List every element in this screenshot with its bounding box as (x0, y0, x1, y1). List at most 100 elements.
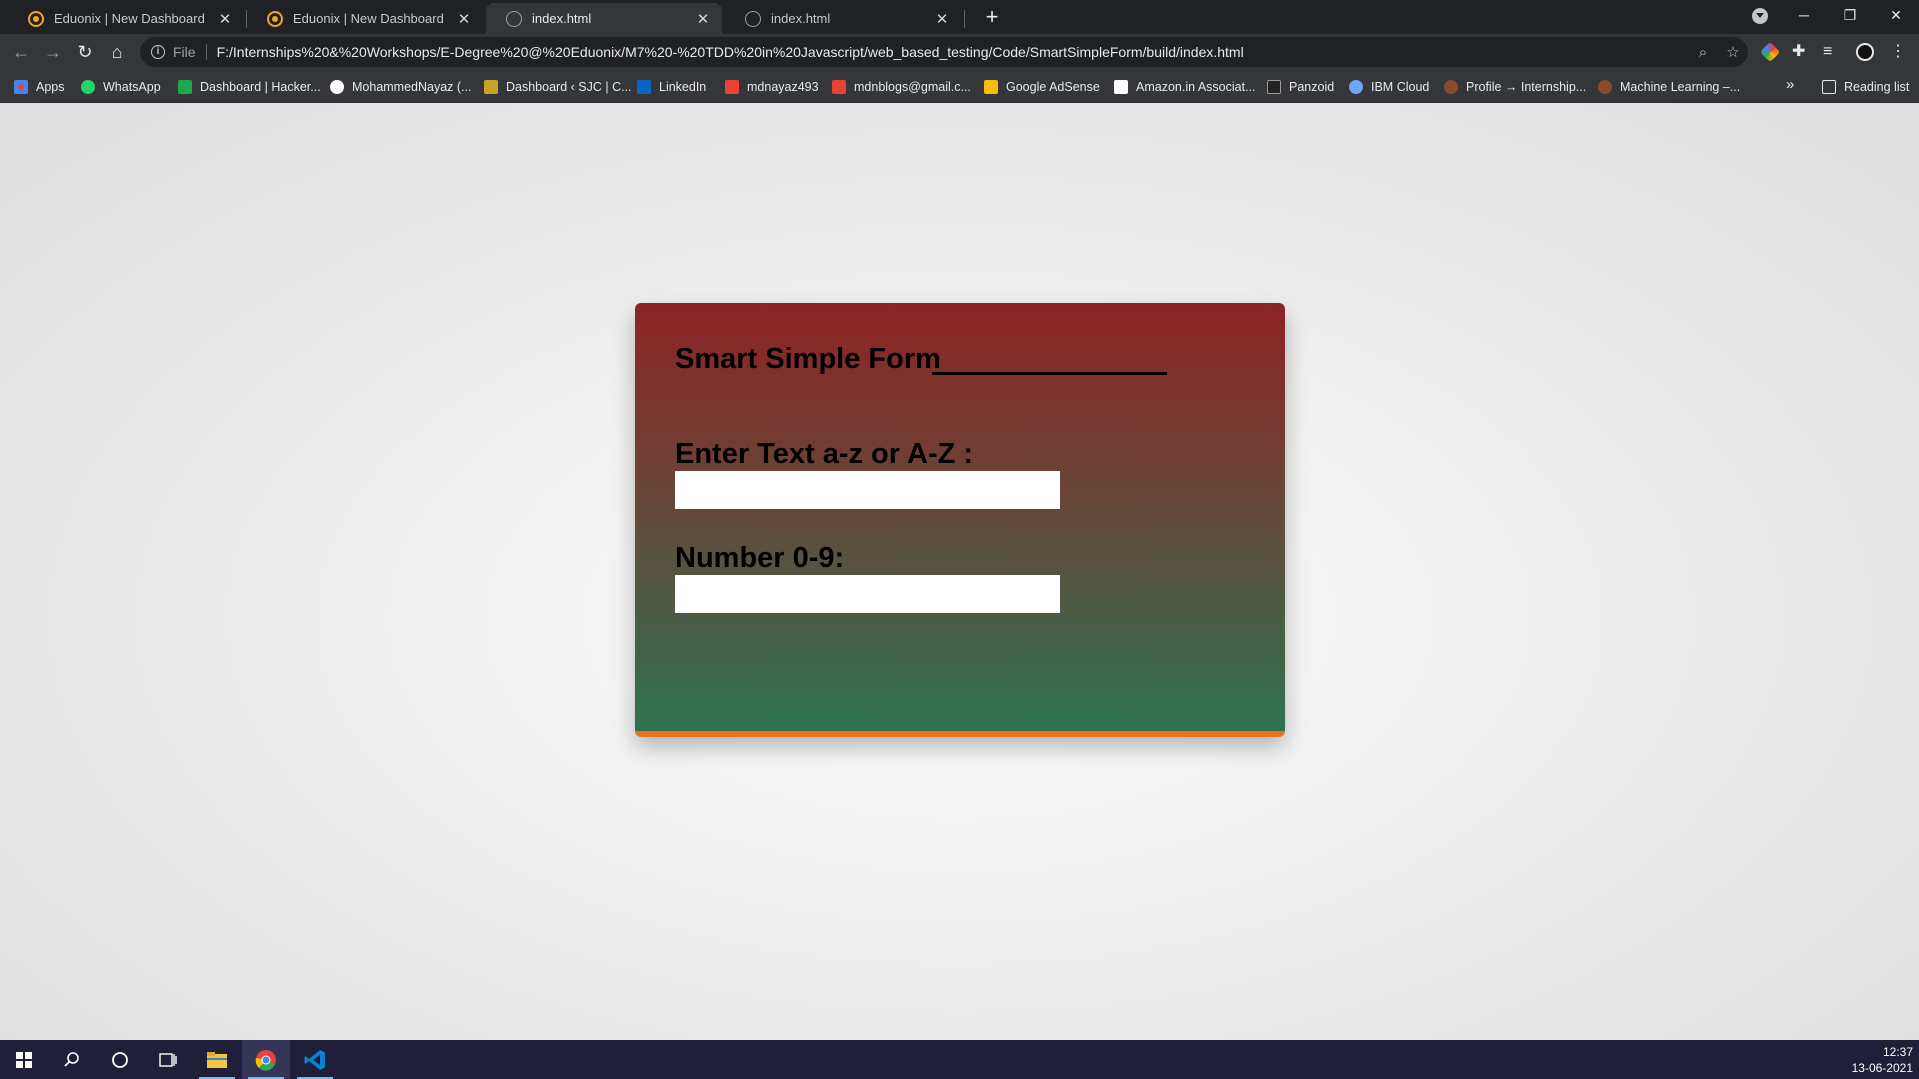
browser-toolbar: ← → ↻ ⌂ i File F:/Internships%20&%20Work… (0, 34, 1919, 70)
close-icon[interactable]: ✕ (455, 10, 473, 28)
reading-list-icon (1822, 80, 1836, 94)
back-arrow-icon[interactable]: ← (7, 38, 35, 66)
bookmark-label: Profile → Internship... (1466, 80, 1587, 94)
amazon-icon (1114, 80, 1128, 94)
bookmark-apps[interactable]: Apps (14, 77, 65, 97)
text-input[interactable] (675, 471, 1060, 509)
ibm-cloud-icon (1349, 80, 1363, 94)
scheme-label: File (173, 44, 196, 60)
tab-index-2[interactable]: index.html ✕ (725, 3, 961, 34)
bookmark-gmail-1[interactable]: mdnayaz493 (725, 77, 819, 97)
bookmark-label: Panzoid (1289, 80, 1335, 94)
bookmark-ibm-cloud[interactable]: IBM Cloud (1349, 77, 1429, 97)
internshala-icon (1598, 80, 1612, 94)
internshala-icon (1444, 80, 1458, 94)
whatsapp-icon (81, 80, 95, 94)
extensions-puzzle-icon[interactable]: ✚ (1792, 43, 1810, 61)
bookmark-whatsapp[interactable]: WhatsApp (81, 77, 161, 97)
bookmark-panzoid[interactable]: Panzoid (1267, 77, 1334, 97)
title-underline (932, 372, 1167, 375)
profile-avatar-icon[interactable] (1856, 43, 1874, 61)
more-bookmarks-icon[interactable]: » (1786, 76, 1794, 93)
gmail-icon (832, 80, 846, 94)
hackerrank-icon (178, 80, 192, 94)
color-extension-icon[interactable] (1759, 41, 1781, 63)
reload-icon[interactable]: ↻ (71, 38, 99, 66)
adsense-icon (984, 80, 998, 94)
reading-list-label: Reading list (1844, 80, 1910, 94)
bookmark-label: IBM Cloud (1371, 80, 1430, 94)
close-icon[interactable]: ✕ (694, 10, 712, 28)
address-bar[interactable]: i File F:/Internships%20&%20Workshops/E-… (140, 37, 1748, 67)
omnibox-divider (205, 44, 207, 60)
windows-start-icon[interactable] (0, 1040, 48, 1079)
system-clock[interactable]: 12:37 13-06-2021 (1852, 1044, 1913, 1076)
windows-taskbar: 12:37 13-06-2021 (0, 1040, 1919, 1079)
bookmark-label: Dashboard | Hacker... (200, 80, 321, 94)
bookmark-label: Amazon.in Associat... (1136, 80, 1256, 94)
apps-grid-icon (14, 80, 28, 94)
bookmark-internshala-1[interactable]: Profile → Internship... (1444, 77, 1586, 97)
bookmarks-bar: Apps WhatsApp Dashboard | Hacker... Moha… (0, 70, 1919, 103)
tab-index-active[interactable]: index.html ✕ (486, 3, 722, 34)
tab-title: index.html (532, 11, 592, 26)
bookmark-amazon[interactable]: Amazon.in Associat... (1114, 77, 1256, 97)
clock-date: 13-06-2021 (1851, 1061, 1913, 1075)
menu-kebab-icon[interactable]: ⋮ (1889, 43, 1907, 61)
bookmark-gmail-2[interactable]: mdnblogs@gmail.c... (832, 77, 971, 97)
tab-strip: Eduonix | New Dashboard ✕ Eduonix | New … (0, 0, 1919, 34)
search-icon[interactable] (48, 1040, 96, 1079)
bookmark-adsense[interactable]: Google AdSense (984, 77, 1100, 97)
info-icon[interactable]: i (151, 45, 165, 59)
tab-title: Eduonix | New Dashboard (293, 11, 444, 26)
forward-arrow-icon[interactable]: → (39, 38, 67, 66)
reading-list-button[interactable]: Reading list (1822, 77, 1909, 97)
close-icon[interactable]: ✕ (933, 10, 951, 28)
tab-eduonix-2[interactable]: Eduonix | New Dashboard ✕ (247, 3, 483, 34)
bookmark-label: MohammedNayaz (... (352, 80, 472, 94)
bookmark-sjc[interactable]: Dashboard ‹ SJC | C... (484, 77, 632, 97)
close-window-button[interactable]: ✕ (1873, 0, 1919, 30)
bookmark-label: LinkedIn (659, 80, 707, 94)
panzoid-icon (1267, 80, 1281, 94)
chrome-icon[interactable] (242, 1040, 290, 1079)
bookmark-label: mdnblogs@gmail.c... (854, 80, 971, 94)
tab-title: Eduonix | New Dashboard (54, 11, 205, 26)
task-view-icon[interactable] (144, 1040, 192, 1079)
bookmark-linkedin[interactable]: LinkedIn (637, 77, 706, 97)
number-input[interactable] (675, 575, 1060, 613)
bookmark-label: WhatsApp (103, 80, 161, 94)
file-explorer-icon[interactable] (193, 1040, 241, 1079)
form-card: Smart Simple Form Enter Text a-z or A-Z … (635, 303, 1285, 737)
bookmark-star-icon[interactable]: ☆ (1718, 43, 1748, 61)
vscode-icon[interactable] (291, 1040, 339, 1079)
home-icon[interactable]: ⌂ (103, 38, 131, 66)
minimize-button[interactable]: ─ (1781, 0, 1827, 30)
eduonix-icon (269, 12, 281, 25)
tab-title: index.html (771, 11, 831, 26)
gmail-icon (725, 80, 739, 94)
new-tab-button[interactable]: + (978, 4, 1006, 32)
bookmark-label: Google AdSense (1006, 80, 1100, 94)
tab-eduonix-1[interactable]: Eduonix | New Dashboard ✕ (8, 3, 244, 34)
bookmark-internshala-2[interactable]: Machine Learning –... (1598, 77, 1740, 97)
bookmark-label: Apps (36, 80, 65, 94)
close-icon[interactable]: ✕ (216, 10, 234, 28)
globe-icon (745, 10, 761, 27)
page-viewport: Smart Simple Form Enter Text a-z or A-Z … (0, 103, 1919, 1040)
media-queue-icon[interactable]: ≡ (1823, 43, 1841, 61)
url-text[interactable]: F:/Internships%20&%20Workshops/E-Degree%… (217, 44, 1688, 60)
zoom-icon[interactable]: ⌕ (1688, 44, 1718, 61)
text-field-label: Enter Text a-z or A-Z : (675, 438, 974, 470)
cortana-icon[interactable] (96, 1040, 144, 1079)
clock-time: 12:37 (1882, 1045, 1913, 1059)
globe-icon (506, 10, 522, 27)
number-field-label: Number 0-9: (675, 542, 845, 574)
tab-search-icon[interactable] (1752, 8, 1768, 24)
sjc-icon (484, 80, 498, 94)
bookmark-github[interactable]: MohammedNayaz (... (330, 77, 471, 97)
restore-button[interactable]: ❐ (1827, 0, 1873, 30)
linkedin-icon (637, 80, 651, 94)
bookmark-hackerrank[interactable]: Dashboard | Hacker... (178, 77, 321, 97)
github-icon (330, 80, 344, 94)
